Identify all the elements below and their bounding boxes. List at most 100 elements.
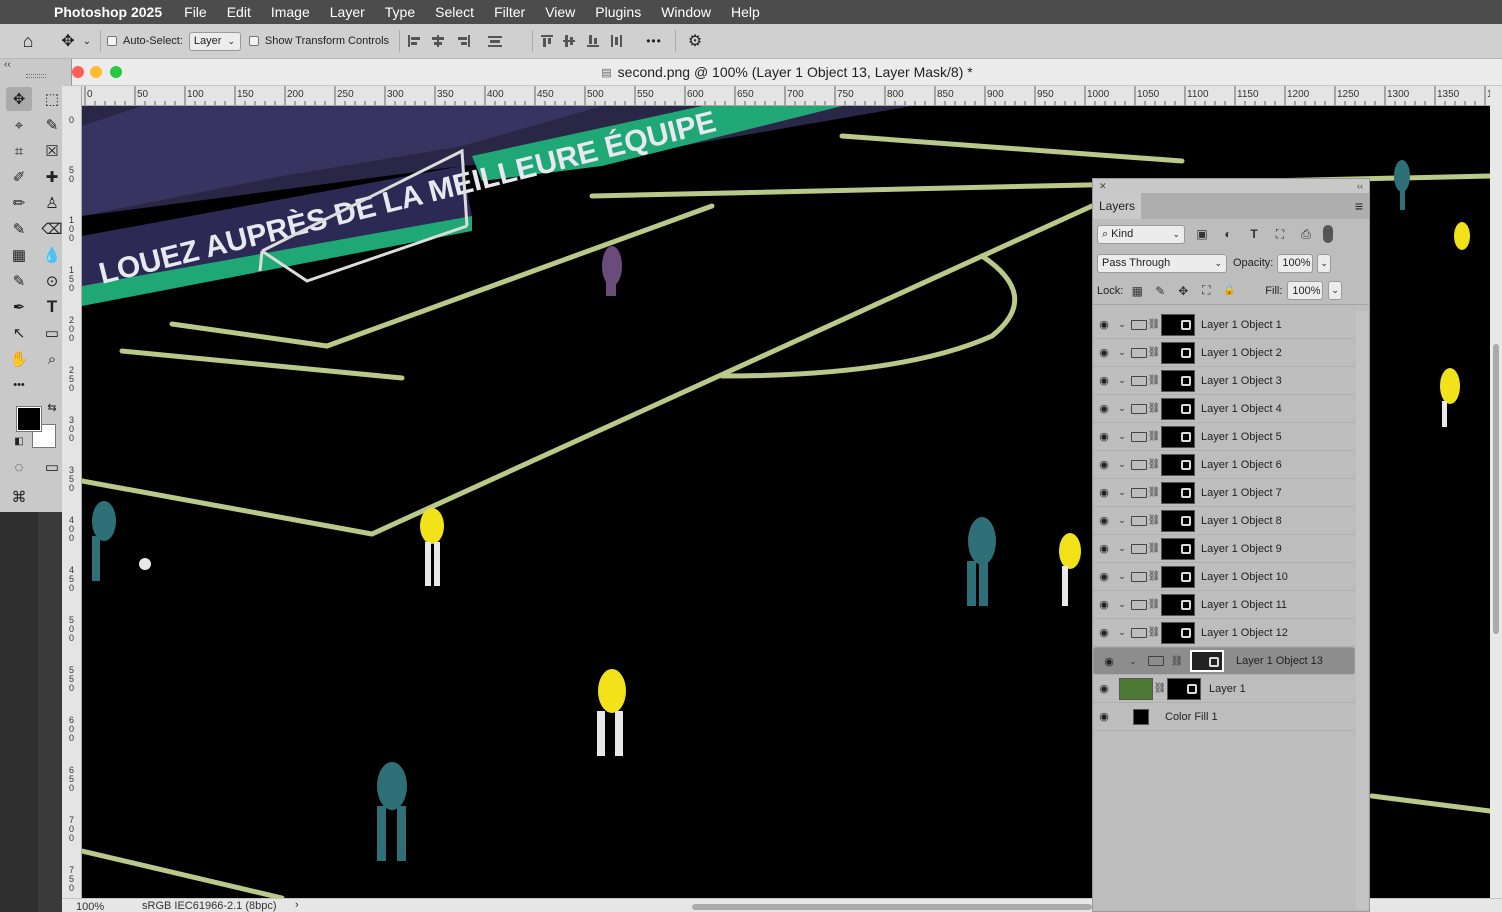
chevron-down-icon[interactable]: ⌄ — [1115, 487, 1129, 498]
shape-filter-icon[interactable]: ⛶ — [1271, 227, 1289, 242]
move-tool[interactable]: ✥ — [6, 87, 32, 111]
layer-row[interactable]: ◉ ⌄ ⛓ Layer 1 Object 4 — [1093, 395, 1355, 423]
document-vertical-scrollbar[interactable] — [1490, 86, 1502, 912]
layer-name[interactable]: Layer 1 Object 2 — [1201, 347, 1282, 359]
layer-mask-thumbnail[interactable] — [1161, 369, 1195, 392]
opacity-input[interactable]: 100% — [1277, 253, 1314, 273]
lock-position-icon[interactable]: ✥ — [1174, 284, 1192, 298]
align-buttons[interactable] — [406, 33, 526, 49]
link-icon[interactable]: ⛓ — [1147, 543, 1161, 554]
menu-select[interactable]: Select — [435, 4, 474, 20]
scroll-thumb[interactable] — [1493, 344, 1499, 634]
eye-icon[interactable]: ◉ — [1093, 514, 1115, 527]
eye-icon[interactable]: ◉ — [1093, 486, 1115, 499]
layer-mask-thumbnail[interactable] — [1161, 565, 1195, 588]
eye-icon[interactable]: ◉ — [1093, 430, 1115, 443]
layer-row[interactable]: ◉ ⌄ ⛓ Layer 1 Object 5 — [1093, 423, 1355, 451]
align-vertical-buttons[interactable] — [539, 33, 639, 49]
eye-icon[interactable]: ◉ — [1093, 542, 1115, 555]
link-icon[interactable]: ⛓ — [1147, 319, 1161, 330]
eye-icon[interactable]: ◉ — [1093, 710, 1115, 723]
layer-row[interactable]: ◉ Color Fill 1 — [1093, 703, 1355, 731]
eyedropper-tool[interactable]: ✐ — [6, 165, 32, 189]
layer-row[interactable]: ◉ ⌄ ⛓ Layer 1 Object 12 — [1093, 619, 1355, 647]
eye-icon[interactable]: ◉ — [1093, 346, 1115, 359]
link-icon[interactable]: ⛓ — [1147, 431, 1161, 442]
panel-grip[interactable] — [26, 74, 46, 78]
lock-artboard-icon[interactable]: ⛶ — [1197, 283, 1215, 298]
layer-name[interactable]: Layer 1 Object 11 — [1201, 599, 1287, 611]
layer-mask-thumbnail[interactable] — [1161, 397, 1195, 420]
pen-tool[interactable]: ✒ — [6, 295, 32, 319]
default-colors-icon[interactable]: ◧ — [12, 434, 26, 448]
minimize-window-button[interactable] — [90, 66, 102, 78]
layer-row[interactable]: ◉ ⌄ ⛓ Layer 1 Object 6 — [1093, 451, 1355, 479]
layer-row[interactable]: ◉ ⌄ ⛓ Layer 1 Object 10 — [1093, 563, 1355, 591]
filter-toggle[interactable] — [1323, 225, 1333, 243]
chevron-down-icon[interactable]: ⌄ — [1115, 627, 1129, 638]
adjustment-filter-icon[interactable]: ◐ — [1219, 227, 1237, 241]
eye-icon[interactable]: ◉ — [1093, 626, 1115, 639]
layer-name[interactable]: Layer 1 Object 1 — [1201, 319, 1282, 331]
layer-name[interactable]: Layer 1 Object 12 — [1201, 627, 1288, 639]
vertical-ruler[interactable]: 0 50 100 150 200 250 300 350 400 450 500 550 600 650 7… — [62, 86, 82, 898]
path-selection-tool[interactable]: ↖ — [6, 321, 32, 345]
chevron-down-icon[interactable]: ⌄ — [1115, 403, 1129, 414]
chevron-down-icon[interactable]: ⌄ — [1115, 347, 1129, 358]
filter-kind-dropdown[interactable]: ⌕ Kind ⌄ — [1097, 224, 1185, 244]
chevron-down-icon[interactable]: ⌄ — [1115, 571, 1129, 582]
layer-name[interactable]: Layer 1 Object 5 — [1201, 431, 1282, 443]
gear-icon[interactable]: ⚙ — [682, 30, 708, 52]
menu-file[interactable]: File — [184, 4, 207, 20]
eye-icon[interactable]: ◉ — [1098, 655, 1120, 668]
foreground-color-swatch[interactable] — [16, 406, 42, 432]
link-icon[interactable]: ⛓ — [1170, 656, 1184, 667]
auto-select-checkbox[interactable] — [107, 36, 117, 46]
link-icon[interactable]: ⛓ — [1147, 487, 1161, 498]
status-menu-arrow[interactable]: › — [295, 899, 299, 911]
link-icon[interactable]: ⛓ — [1147, 347, 1161, 358]
lock-image-icon[interactable]: ✎ — [1151, 284, 1169, 298]
smart-object-filter-icon[interactable]: ⎙ — [1297, 227, 1315, 242]
layer-name[interactable]: Layer 1 Object 4 — [1201, 403, 1282, 415]
layer-row[interactable]: ◉ ⛓ Layer 1 — [1093, 675, 1355, 703]
layer-name[interactable]: Layer 1 Object 13 — [1236, 655, 1323, 667]
layers-scrollbar[interactable] — [1356, 311, 1368, 909]
layer-name[interactable]: Layer 1 Object 8 — [1201, 515, 1282, 527]
chevron-down-icon[interactable]: ⌄ — [1115, 459, 1129, 470]
lock-transparent-icon[interactable]: ▦ — [1128, 284, 1146, 298]
link-icon[interactable]: ⛓ — [1147, 375, 1161, 386]
generative-icon[interactable]: ⌘ — [6, 485, 32, 509]
chevron-down-icon[interactable]: ⌄ — [1115, 515, 1129, 526]
show-transform-checkbox[interactable] — [248, 36, 259, 46]
quick-mask-icon[interactable]: ◌ — [6, 455, 32, 479]
eye-icon[interactable]: ◉ — [1093, 318, 1115, 331]
layer-name[interactable]: Color Fill 1 — [1165, 711, 1218, 723]
brush-tool[interactable]: ✏ — [6, 191, 32, 215]
layer-mask-thumbnail[interactable] — [1167, 677, 1201, 700]
history-brush-tool[interactable]: ✎ — [6, 217, 32, 241]
link-icon[interactable]: ⛓ — [1147, 599, 1161, 610]
eye-icon[interactable]: ◉ — [1093, 458, 1115, 471]
layer-name[interactable]: Layer 1 Object 10 — [1201, 571, 1288, 583]
link-icon[interactable]: ⛓ — [1153, 683, 1167, 694]
menu-image[interactable]: Image — [271, 4, 310, 20]
tab-layers[interactable]: Layers — [1093, 193, 1141, 219]
layer-thumbnail[interactable] — [1119, 677, 1153, 700]
zoom-level[interactable]: 100% — [76, 901, 104, 912]
layer-name[interactable]: Layer 1 Object 9 — [1201, 543, 1282, 555]
layer-mask-thumbnail[interactable] — [1161, 481, 1195, 504]
menu-filter[interactable]: Filter — [494, 4, 525, 20]
menu-window[interactable]: Window — [661, 4, 711, 20]
edit-toolbar-icon[interactable]: ••• — [6, 373, 32, 397]
chevron-down-icon[interactable]: ⌄ — [1115, 599, 1129, 610]
menu-type[interactable]: Type — [385, 4, 415, 20]
layer-mask-thumbnail[interactable] — [1161, 453, 1195, 476]
collapse-icon[interactable]: ‹‹ — [1357, 181, 1363, 191]
dodge-tool[interactable]: ✎ — [6, 269, 32, 293]
close-window-button[interactable] — [72, 66, 84, 78]
fill-input[interactable]: 100% — [1287, 281, 1324, 300]
eye-icon[interactable]: ◉ — [1093, 402, 1115, 415]
link-icon[interactable]: ⛓ — [1147, 403, 1161, 414]
eye-icon[interactable]: ◉ — [1093, 682, 1115, 695]
